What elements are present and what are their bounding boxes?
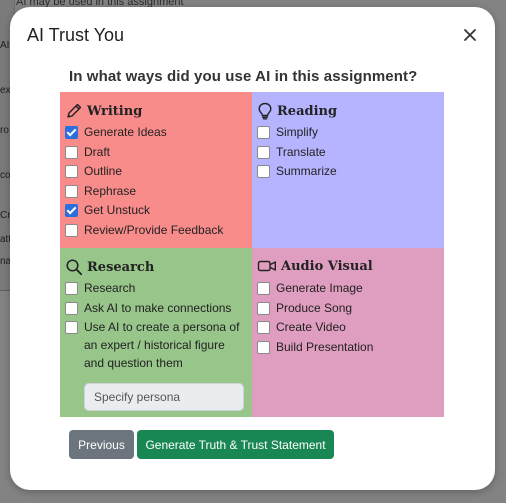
option-label: Draft bbox=[84, 144, 111, 159]
checkbox[interactable] bbox=[65, 204, 78, 217]
option-label: Generate Image bbox=[276, 281, 363, 295]
close-icon bbox=[464, 29, 476, 41]
option-label: Review/Provide Feedback bbox=[84, 222, 224, 237]
option-label: Rephrase bbox=[84, 183, 137, 198]
persona-input[interactable] bbox=[84, 383, 244, 411]
writing-title: Writing bbox=[87, 103, 143, 119]
option-label: Produce Song bbox=[276, 300, 353, 315]
audio-visual-title: Audio Visual bbox=[281, 258, 373, 274]
question-heading: In what ways did you use AI in this assi… bbox=[69, 68, 418, 85]
option-rephrase[interactable]: Rephrase bbox=[65, 184, 223, 204]
generate-statement-button[interactable]: Generate Truth & Trust Statement bbox=[137, 430, 334, 459]
usage-grid: Writing Generate Ideas Draft Outline Rep… bbox=[60, 92, 444, 417]
option-label: Use AI to create a persona of an expert … bbox=[84, 320, 240, 370]
research-title: Research bbox=[87, 259, 155, 275]
option-label: Create Video bbox=[276, 320, 346, 334]
audio-visual-section: Audio Visual Generate Image Produce Song… bbox=[252, 248, 444, 417]
pencil-icon bbox=[67, 103, 82, 118]
option-label: Generate Ideas bbox=[84, 125, 167, 139]
writing-section: Writing Generate Ideas Draft Outline Rep… bbox=[60, 92, 252, 248]
checkbox[interactable] bbox=[257, 126, 270, 139]
reading-section: Reading Simplify Translate Summarize bbox=[252, 92, 444, 248]
checkbox[interactable] bbox=[65, 165, 78, 178]
option-draft[interactable]: Draft bbox=[65, 145, 223, 165]
option-label: Translate bbox=[276, 144, 326, 159]
checkbox[interactable] bbox=[65, 145, 78, 159]
option-label: Simplify bbox=[276, 125, 319, 139]
reading-title: Reading bbox=[277, 103, 338, 119]
option-create-persona[interactable]: Use AI to create a persona of an expert … bbox=[65, 320, 244, 372]
checkbox[interactable] bbox=[257, 321, 270, 334]
research-header: Research bbox=[65, 258, 154, 276]
option-label: Outline bbox=[84, 164, 123, 178]
checkbox[interactable] bbox=[65, 282, 78, 295]
video-camera-icon bbox=[257, 260, 276, 272]
writing-options: Generate Ideas Draft Outline Rephrase Ge… bbox=[65, 125, 223, 242]
option-label: Ask AI to make connections bbox=[84, 300, 232, 315]
writing-header: Writing bbox=[65, 102, 142, 120]
checkbox[interactable] bbox=[257, 301, 270, 315]
option-review-feedback[interactable]: Review/Provide Feedback bbox=[65, 223, 223, 243]
ai-trust-dialog: AI Trust You In what ways did you use AI… bbox=[10, 7, 495, 490]
option-label: Get Unstuck bbox=[84, 203, 151, 217]
option-simplify[interactable]: Simplify bbox=[257, 125, 337, 145]
option-research[interactable]: Research bbox=[65, 281, 244, 301]
checkbox[interactable] bbox=[257, 282, 270, 295]
option-create-video[interactable]: Create Video bbox=[257, 320, 373, 340]
option-label: Summarize bbox=[276, 164, 337, 178]
option-summarize[interactable]: Summarize bbox=[257, 164, 337, 184]
option-label: Build Presentation bbox=[276, 339, 374, 354]
option-outline[interactable]: Outline bbox=[65, 164, 223, 184]
lightbulb-icon bbox=[258, 102, 272, 120]
checkbox[interactable] bbox=[65, 126, 78, 139]
option-label: Research bbox=[84, 281, 136, 295]
checkbox[interactable] bbox=[65, 321, 78, 334]
option-build-presentation[interactable]: Build Presentation bbox=[257, 340, 373, 360]
reading-options: Simplify Translate Summarize bbox=[257, 125, 337, 184]
dialog-title: AI Trust You bbox=[27, 25, 125, 45]
option-generate-image[interactable]: Generate Image bbox=[257, 281, 373, 301]
checkbox[interactable] bbox=[257, 340, 270, 354]
previous-button[interactable]: Previous bbox=[69, 430, 134, 459]
option-generate-ideas[interactable]: Generate Ideas bbox=[65, 125, 223, 145]
audio-visual-options: Generate Image Produce Song Create Video… bbox=[257, 281, 373, 359]
checkbox[interactable] bbox=[257, 165, 270, 178]
audio-visual-header: Audio Visual bbox=[257, 258, 373, 274]
option-translate[interactable]: Translate bbox=[257, 145, 337, 165]
checkbox[interactable] bbox=[65, 301, 78, 315]
option-produce-song[interactable]: Produce Song bbox=[257, 301, 373, 321]
search-icon bbox=[66, 259, 83, 276]
research-section: Research Research Ask AI to make connect… bbox=[60, 248, 252, 417]
checkbox[interactable] bbox=[257, 145, 270, 159]
checkbox[interactable] bbox=[65, 184, 78, 198]
checkbox[interactable] bbox=[65, 223, 78, 237]
research-options: Research Ask AI to make connections Use … bbox=[65, 281, 244, 378]
close-button[interactable] bbox=[459, 24, 481, 46]
option-get-unstuck[interactable]: Get Unstuck bbox=[65, 203, 223, 223]
reading-header: Reading bbox=[257, 102, 337, 120]
